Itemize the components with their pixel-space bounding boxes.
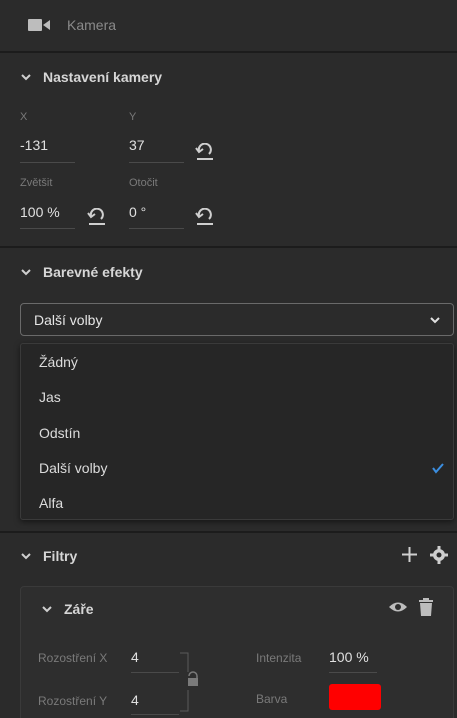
dropdown-option-advanced[interactable]: Další volby <box>39 460 107 476</box>
reset-rotation-icon[interactable] <box>195 208 215 226</box>
rotate-label: Otočit <box>129 177 158 189</box>
blur-y-underline <box>131 714 179 715</box>
lock-icon[interactable] <box>180 652 200 712</box>
color-effect-select[interactable]: Další volby <box>20 303 454 336</box>
video-camera-icon <box>28 19 50 31</box>
eye-icon[interactable] <box>388 600 408 614</box>
blur-y-label: Rozostření Y <box>38 694 108 708</box>
blur-x-input[interactable]: 4 <box>131 649 139 665</box>
intensity-input[interactable]: 100 % <box>329 649 369 665</box>
filter-title-glow[interactable]: Záře <box>64 601 94 617</box>
chevron-down-icon <box>430 317 440 324</box>
dropdown-option-none[interactable]: Žádný <box>39 354 78 370</box>
chevron-down-icon[interactable] <box>20 266 32 278</box>
color-label: Barva <box>256 692 288 706</box>
color-swatch[interactable] <box>329 684 381 710</box>
dropdown-option-tint[interactable]: Odstín <box>39 425 80 441</box>
blur-x-label: Rozostření X <box>38 651 108 665</box>
section-title-color-effects[interactable]: Barevné efekty <box>43 264 143 280</box>
chevron-down-icon[interactable] <box>20 71 32 83</box>
blur-x-underline <box>131 672 179 673</box>
color-effect-dropdown: Žádný Jas Odstín Další volby Alfa <box>20 343 454 520</box>
gear-icon[interactable] <box>430 546 448 564</box>
divider <box>0 246 457 248</box>
panel-header: Kamera <box>0 0 457 51</box>
x-label: X <box>20 111 28 123</box>
checkmark-icon <box>432 463 444 474</box>
x-input[interactable]: -131 <box>20 137 48 153</box>
trash-icon[interactable] <box>418 598 434 616</box>
intensity-underline <box>329 672 377 673</box>
chevron-down-icon[interactable] <box>41 603 53 615</box>
zoom-label: Zvětšit <box>20 177 53 189</box>
panel-title: Kamera <box>67 17 117 33</box>
reset-zoom-icon[interactable] <box>87 208 107 226</box>
section-title-filters[interactable]: Filtry <box>43 548 77 564</box>
divider <box>0 531 457 533</box>
zoom-input[interactable]: 100 % <box>20 204 60 220</box>
chevron-down-icon[interactable] <box>20 550 32 562</box>
dropdown-option-alpha[interactable]: Alfa <box>39 495 63 511</box>
rotate-input[interactable]: 0 ° <box>129 204 146 220</box>
x-input-underline <box>20 162 75 163</box>
y-input[interactable]: 37 <box>129 137 145 153</box>
dropdown-option-brightness[interactable]: Jas <box>39 389 61 405</box>
color-effect-select-value: Další volby <box>34 312 103 328</box>
reset-position-icon[interactable] <box>195 143 215 161</box>
blur-y-input[interactable]: 4 <box>131 692 139 708</box>
rotate-input-underline <box>129 228 184 229</box>
intensity-label: Intenzita <box>256 651 302 665</box>
add-icon[interactable] <box>402 547 417 562</box>
section-title-camera-settings[interactable]: Nastavení kamery <box>43 69 162 85</box>
zoom-input-underline <box>20 228 75 229</box>
y-label: Y <box>129 111 137 123</box>
divider <box>0 51 457 53</box>
y-input-underline <box>129 162 184 163</box>
